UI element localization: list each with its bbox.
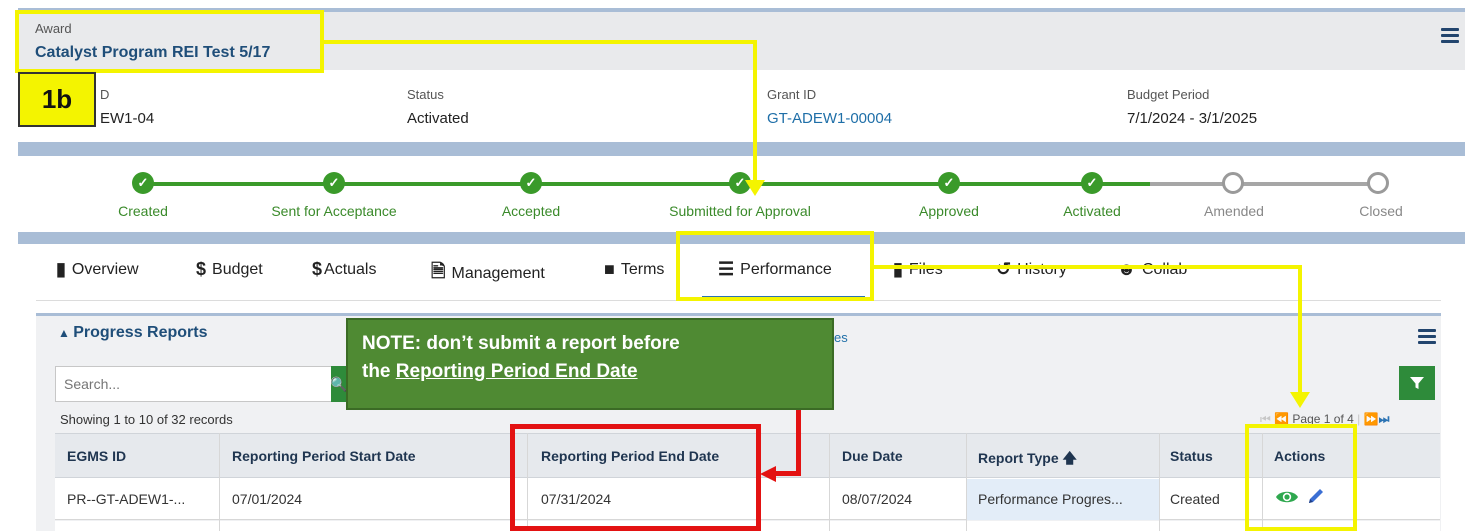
file-icon: ▮ (893, 259, 903, 279)
step-label-sent-for-acceptance: Sent for Acceptance (271, 203, 397, 219)
status-value: Activated (407, 110, 469, 127)
cell-egms-id[interactable]: PR--GT-ADEW1-... (67, 491, 185, 507)
connector-line (753, 40, 757, 186)
highlight-actions-column (1245, 424, 1357, 531)
cell-start-date: 07/01/2024 (232, 491, 303, 507)
folder-icon: ■ (604, 259, 615, 279)
step-activated-check-icon: ✓ (1081, 172, 1103, 194)
col-egms-id[interactable]: EGMS ID (67, 448, 126, 464)
tab-budget[interactable]: $ Budget (196, 259, 263, 280)
step-label-amended: Amended (1204, 203, 1264, 219)
col-start-date[interactable]: Reporting Period Start Date (232, 448, 416, 464)
column-separator (1159, 433, 1160, 531)
section-divider (18, 142, 1465, 156)
filter-icon (1410, 377, 1424, 389)
note-callout: NOTE: don’t submit a report before the R… (346, 318, 834, 410)
step-label-activated: Activated (1063, 203, 1121, 219)
column-separator (219, 433, 220, 531)
tab-files[interactable]: ▮ Files (893, 259, 943, 280)
collapse-caret-icon: ▲ (58, 326, 74, 340)
step-tag: 1b (18, 72, 96, 127)
arrow-down-icon (1290, 392, 1310, 408)
progress-line-pending (1150, 182, 1378, 186)
last-page-icon[interactable]: ⏭ (1379, 412, 1390, 426)
hamburger-menu-icon[interactable] (1441, 28, 1459, 43)
red-connector-line (774, 471, 801, 476)
step-label-accepted: Accepted (501, 203, 561, 219)
grant-id-link[interactable]: GT-ADEW1-00004 (767, 110, 892, 127)
records-count: Showing 1 to 10 of 32 records (60, 412, 233, 427)
highlight-end-date-column (510, 424, 761, 531)
tab-history[interactable]: ↺ History (996, 259, 1067, 280)
sort-up-arrow-icon: 🡅 (1062, 450, 1077, 466)
tab-overview[interactable]: ▮ Overview (56, 259, 139, 280)
highlight-performance-tab (676, 231, 874, 301)
step-amended-circle-icon (1222, 172, 1244, 194)
connector-line (1298, 265, 1302, 395)
arrow-left-icon (760, 466, 776, 482)
progress-line-complete (143, 182, 1150, 186)
tab-terms[interactable]: ■ Terms (604, 259, 664, 280)
dollar-icon: $ (312, 259, 323, 279)
step-label-closed: Closed (1359, 203, 1403, 219)
step-approved-check-icon: ✓ (938, 172, 960, 194)
tab-actuals[interactable]: $ Actuals (312, 259, 376, 280)
award-id-value: EW1-04 (100, 110, 155, 127)
users-icon: ☻ (1117, 259, 1136, 279)
budget-period-value: 7/1/2024 - 3/1/2025 (1127, 110, 1258, 127)
cell-status: Created (1170, 491, 1220, 507)
column-separator (829, 433, 830, 531)
next-page-icon[interactable]: ⏩ (1364, 412, 1379, 426)
grant-id-caption: Grant ID (767, 87, 817, 102)
step-label-created: Created (118, 203, 168, 219)
panel-link-partial[interactable]: es (834, 330, 848, 345)
connector-line (874, 265, 1302, 269)
panel-title[interactable]: ▲ Progress Reports (58, 324, 207, 342)
filter-button[interactable] (1399, 366, 1435, 400)
search-input[interactable] (55, 366, 335, 402)
step-created-check-icon: ✓ (132, 172, 154, 194)
step-sent-check-icon: ✓ (323, 172, 345, 194)
dollar-icon: $ (196, 259, 207, 279)
cell-due-date: 08/07/2024 (842, 491, 913, 507)
tab-management[interactable]: 🗎 Management (431, 259, 545, 289)
tab-collab[interactable]: ☻ Collab (1117, 259, 1187, 280)
step-closed-circle-icon (1367, 172, 1389, 194)
document-icon: 🗎 (431, 261, 446, 281)
budget-period-caption: Budget Period (1127, 87, 1210, 102)
col-due-date[interactable]: Due Date (842, 448, 903, 464)
red-connector-line (796, 410, 801, 476)
status-caption: Status (407, 87, 444, 102)
search-button[interactable]: 🔍 (331, 366, 347, 402)
highlight-award-title (15, 10, 324, 73)
book-icon: ▮ (56, 259, 66, 279)
step-label-approved: Approved (919, 203, 979, 219)
column-separator (966, 433, 967, 531)
step-label-submitted-for-approval: Submitted for Approval (669, 203, 811, 219)
connector-line (324, 40, 757, 44)
col-status[interactable]: Status (1170, 448, 1213, 464)
award-id-caption: D (100, 87, 110, 102)
arrow-down-icon (745, 180, 765, 196)
history-icon: ↺ (996, 259, 1012, 279)
cell-report-type: Performance Progres... (978, 491, 1123, 507)
panel-menu-icon[interactable] (1418, 329, 1436, 344)
col-report-type[interactable]: Report Type 🡅 (978, 448, 1077, 472)
award-info-band (18, 70, 1465, 142)
step-accepted-check-icon: ✓ (520, 172, 542, 194)
